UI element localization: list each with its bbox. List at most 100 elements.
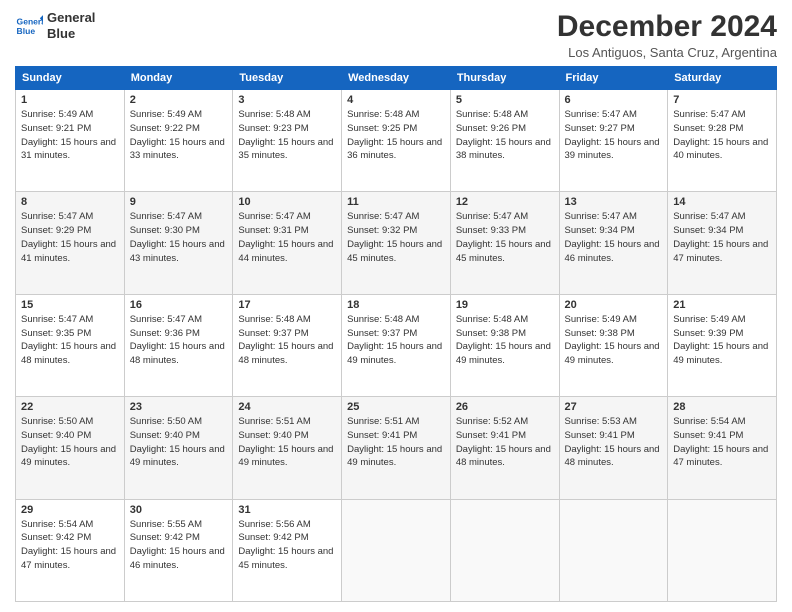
subtitle: Los Antiguos, Santa Cruz, Argentina [557, 45, 777, 60]
day-info: Sunrise: 5:48 AMSunset: 9:38 PMDaylight:… [456, 314, 551, 366]
day-number: 13 [565, 196, 663, 208]
calendar-cell: 24 Sunrise: 5:51 AMSunset: 9:40 PMDaylig… [233, 397, 342, 499]
day-header-sunday: Sunday [16, 67, 125, 90]
main-title: December 2024 [557, 10, 777, 43]
page: General Blue General Blue December 2024 … [0, 0, 792, 612]
day-info: Sunrise: 5:47 AMSunset: 9:34 PMDaylight:… [565, 211, 660, 263]
day-info: Sunrise: 5:51 AMSunset: 9:41 PMDaylight:… [347, 416, 442, 468]
day-header-friday: Friday [559, 67, 668, 90]
day-info: Sunrise: 5:48 AMSunset: 9:26 PMDaylight:… [456, 109, 551, 161]
day-number: 10 [238, 196, 336, 208]
calendar-table: SundayMondayTuesdayWednesdayThursdayFrid… [15, 66, 777, 602]
calendar-cell: 4 Sunrise: 5:48 AMSunset: 9:25 PMDayligh… [342, 90, 451, 192]
day-info: Sunrise: 5:47 AMSunset: 9:35 PMDaylight:… [21, 314, 116, 366]
day-info: Sunrise: 5:48 AMSunset: 9:25 PMDaylight:… [347, 109, 442, 161]
week-row-2: 8 Sunrise: 5:47 AMSunset: 9:29 PMDayligh… [16, 192, 777, 294]
day-header-tuesday: Tuesday [233, 67, 342, 90]
logo-text: General Blue [47, 10, 95, 41]
calendar-cell: 9 Sunrise: 5:47 AMSunset: 9:30 PMDayligh… [124, 192, 233, 294]
day-info: Sunrise: 5:47 AMSunset: 9:27 PMDaylight:… [565, 109, 660, 161]
svg-text:General: General [17, 16, 43, 26]
day-info: Sunrise: 5:50 AMSunset: 9:40 PMDaylight:… [21, 416, 116, 468]
day-number: 30 [130, 504, 228, 516]
day-number: 28 [673, 401, 771, 413]
day-info: Sunrise: 5:48 AMSunset: 9:37 PMDaylight:… [347, 314, 442, 366]
calendar-cell: 20 Sunrise: 5:49 AMSunset: 9:38 PMDaylig… [559, 294, 668, 396]
day-number: 21 [673, 299, 771, 311]
calendar-cell [342, 499, 451, 601]
day-info: Sunrise: 5:50 AMSunset: 9:40 PMDaylight:… [130, 416, 225, 468]
day-number: 3 [238, 94, 336, 106]
calendar-cell: 25 Sunrise: 5:51 AMSunset: 9:41 PMDaylig… [342, 397, 451, 499]
calendar-cell: 10 Sunrise: 5:47 AMSunset: 9:31 PMDaylig… [233, 192, 342, 294]
day-info: Sunrise: 5:53 AMSunset: 9:41 PMDaylight:… [565, 416, 660, 468]
day-number: 18 [347, 299, 445, 311]
calendar-cell: 23 Sunrise: 5:50 AMSunset: 9:40 PMDaylig… [124, 397, 233, 499]
calendar-cell: 16 Sunrise: 5:47 AMSunset: 9:36 PMDaylig… [124, 294, 233, 396]
day-number: 19 [456, 299, 554, 311]
day-number: 15 [21, 299, 119, 311]
svg-text:Blue: Blue [17, 25, 36, 35]
day-number: 2 [130, 94, 228, 106]
calendar-cell: 31 Sunrise: 5:56 AMSunset: 9:42 PMDaylig… [233, 499, 342, 601]
calendar-cell [450, 499, 559, 601]
day-info: Sunrise: 5:54 AMSunset: 9:42 PMDaylight:… [21, 519, 116, 571]
calendar-cell: 30 Sunrise: 5:55 AMSunset: 9:42 PMDaylig… [124, 499, 233, 601]
calendar-cell: 28 Sunrise: 5:54 AMSunset: 9:41 PMDaylig… [668, 397, 777, 499]
calendar-cell: 14 Sunrise: 5:47 AMSunset: 9:34 PMDaylig… [668, 192, 777, 294]
day-info: Sunrise: 5:56 AMSunset: 9:42 PMDaylight:… [238, 519, 333, 571]
calendar-cell: 5 Sunrise: 5:48 AMSunset: 9:26 PMDayligh… [450, 90, 559, 192]
day-number: 6 [565, 94, 663, 106]
calendar-cell: 7 Sunrise: 5:47 AMSunset: 9:28 PMDayligh… [668, 90, 777, 192]
header: General Blue General Blue December 2024 … [15, 10, 777, 60]
calendar-cell: 2 Sunrise: 5:49 AMSunset: 9:22 PMDayligh… [124, 90, 233, 192]
day-info: Sunrise: 5:48 AMSunset: 9:37 PMDaylight:… [238, 314, 333, 366]
day-info: Sunrise: 5:51 AMSunset: 9:40 PMDaylight:… [238, 416, 333, 468]
calendar-cell [668, 499, 777, 601]
calendar-cell: 18 Sunrise: 5:48 AMSunset: 9:37 PMDaylig… [342, 294, 451, 396]
day-info: Sunrise: 5:49 AMSunset: 9:22 PMDaylight:… [130, 109, 225, 161]
day-number: 11 [347, 196, 445, 208]
day-number: 1 [21, 94, 119, 106]
day-info: Sunrise: 5:49 AMSunset: 9:21 PMDaylight:… [21, 109, 116, 161]
calendar-cell: 11 Sunrise: 5:47 AMSunset: 9:32 PMDaylig… [342, 192, 451, 294]
calendar-cell: 1 Sunrise: 5:49 AMSunset: 9:21 PMDayligh… [16, 90, 125, 192]
calendar-cell: 22 Sunrise: 5:50 AMSunset: 9:40 PMDaylig… [16, 397, 125, 499]
day-number: 5 [456, 94, 554, 106]
title-block: December 2024 Los Antiguos, Santa Cruz, … [557, 10, 777, 60]
calendar-cell: 8 Sunrise: 5:47 AMSunset: 9:29 PMDayligh… [16, 192, 125, 294]
day-info: Sunrise: 5:47 AMSunset: 9:30 PMDaylight:… [130, 211, 225, 263]
calendar-cell: 13 Sunrise: 5:47 AMSunset: 9:34 PMDaylig… [559, 192, 668, 294]
week-row-4: 22 Sunrise: 5:50 AMSunset: 9:40 PMDaylig… [16, 397, 777, 499]
day-number: 23 [130, 401, 228, 413]
day-header-wednesday: Wednesday [342, 67, 451, 90]
calendar-cell: 12 Sunrise: 5:47 AMSunset: 9:33 PMDaylig… [450, 192, 559, 294]
day-header-saturday: Saturday [668, 67, 777, 90]
calendar-cell: 17 Sunrise: 5:48 AMSunset: 9:37 PMDaylig… [233, 294, 342, 396]
day-header-monday: Monday [124, 67, 233, 90]
day-number: 8 [21, 196, 119, 208]
day-info: Sunrise: 5:49 AMSunset: 9:38 PMDaylight:… [565, 314, 660, 366]
day-number: 7 [673, 94, 771, 106]
day-header-thursday: Thursday [450, 67, 559, 90]
week-row-1: 1 Sunrise: 5:49 AMSunset: 9:21 PMDayligh… [16, 90, 777, 192]
calendar-header-row: SundayMondayTuesdayWednesdayThursdayFrid… [16, 67, 777, 90]
day-number: 16 [130, 299, 228, 311]
day-number: 20 [565, 299, 663, 311]
day-number: 26 [456, 401, 554, 413]
day-number: 12 [456, 196, 554, 208]
day-info: Sunrise: 5:52 AMSunset: 9:41 PMDaylight:… [456, 416, 551, 468]
calendar-cell: 3 Sunrise: 5:48 AMSunset: 9:23 PMDayligh… [233, 90, 342, 192]
week-row-5: 29 Sunrise: 5:54 AMSunset: 9:42 PMDaylig… [16, 499, 777, 601]
calendar-cell: 21 Sunrise: 5:49 AMSunset: 9:39 PMDaylig… [668, 294, 777, 396]
calendar-cell: 19 Sunrise: 5:48 AMSunset: 9:38 PMDaylig… [450, 294, 559, 396]
day-info: Sunrise: 5:55 AMSunset: 9:42 PMDaylight:… [130, 519, 225, 571]
calendar-cell: 6 Sunrise: 5:47 AMSunset: 9:27 PMDayligh… [559, 90, 668, 192]
day-number: 24 [238, 401, 336, 413]
day-number: 31 [238, 504, 336, 516]
day-info: Sunrise: 5:47 AMSunset: 9:31 PMDaylight:… [238, 211, 333, 263]
day-number: 14 [673, 196, 771, 208]
day-number: 27 [565, 401, 663, 413]
day-info: Sunrise: 5:47 AMSunset: 9:28 PMDaylight:… [673, 109, 768, 161]
logo: General Blue General Blue [15, 10, 95, 41]
